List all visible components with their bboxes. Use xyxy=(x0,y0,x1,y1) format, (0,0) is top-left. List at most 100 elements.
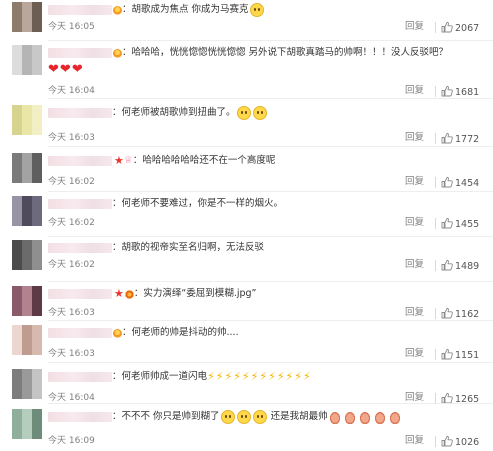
comment-divider xyxy=(48,98,493,99)
username-blurred[interactable] xyxy=(48,48,112,58)
comment-timestamp: 今天 16:02 xyxy=(48,218,95,228)
avatar[interactable] xyxy=(12,369,42,399)
reply-button[interactable]: 回复 xyxy=(405,85,424,97)
divider xyxy=(435,436,436,447)
username-blurred[interactable] xyxy=(48,156,112,166)
like-count: 1162 xyxy=(455,309,480,320)
reply-button[interactable]: 回复 xyxy=(405,348,424,360)
avatar[interactable] xyxy=(12,409,42,439)
username-blurred[interactable] xyxy=(48,412,112,422)
username-blurred[interactable] xyxy=(48,328,112,338)
reply-button[interactable]: 回复 xyxy=(405,217,424,229)
clasped-hands-emoji-icon xyxy=(329,410,342,424)
avatar[interactable] xyxy=(12,153,42,183)
like-button[interactable]: 1489 xyxy=(441,259,479,275)
like-button[interactable]: 1454 xyxy=(441,176,479,192)
comment-item: ★ ：实力演绎“委屈到模糊.jpg” 今天 16:03 回复 1162 xyxy=(0,283,493,322)
comment-item: ：何老师被胡歌帅到扭曲了。 今天 16:03 回复 1772 xyxy=(0,100,493,148)
divider xyxy=(435,308,436,319)
avatar[interactable] xyxy=(12,325,42,355)
clasped-hands-emoji-icon xyxy=(374,410,387,424)
cat-face-emoji-icon xyxy=(220,410,235,424)
heart-emoji-icon: ❤ xyxy=(59,62,71,77)
comment-timestamp: 今天 16:03 xyxy=(48,308,95,318)
star-icon: ★ xyxy=(114,287,124,300)
reply-button[interactable]: 回复 xyxy=(405,307,424,319)
vip-badge-icon xyxy=(113,48,122,58)
divider xyxy=(435,349,436,360)
comment-timestamp: 今天 16:02 xyxy=(48,177,95,187)
heart-emoji-icon: ❤ xyxy=(48,62,59,77)
comment-divider xyxy=(48,191,493,192)
cat-face-emoji-icon xyxy=(236,410,251,424)
comment-item: ：何老师不要难过，你是不一样的烟火。 今天 16:02 回复 1455 xyxy=(0,193,493,238)
username-blurred[interactable] xyxy=(48,243,112,253)
avatar[interactable] xyxy=(12,240,42,270)
comment-divider xyxy=(48,236,493,237)
like-button[interactable]: 1455 xyxy=(441,217,479,233)
cat-face-emoji-icon xyxy=(252,410,267,424)
comment-item: ：哈哈哈，恍恍惚惚恍恍惚惚 另外说下胡歌真踏马的帅啊！！！没人反驳吧？ ❤❤❤ 今天… xyxy=(0,42,493,100)
comment-timestamp: 今天 16:02 xyxy=(48,260,95,270)
heart-emoji-icon: ❤ xyxy=(71,62,83,77)
clasped-hands-emoji-icon xyxy=(389,410,402,424)
comment-divider xyxy=(48,403,493,404)
like-count: 1772 xyxy=(455,134,480,145)
avatar[interactable] xyxy=(12,196,42,226)
comment-text: 不不不 你只是帅到糊了 xyxy=(121,411,220,422)
reply-button[interactable]: 回复 xyxy=(405,21,424,33)
like-count: 1454 xyxy=(455,178,480,189)
comment-item: ：不不不 你只是帅到糊了 还是我胡最帅 今天 16:09 回复 1026 xyxy=(0,405,493,450)
comment-text: 胡歌成为焦点 你成为马赛克 xyxy=(131,4,249,15)
cat-face-emoji-icon xyxy=(236,106,251,120)
thumbs-up-icon xyxy=(441,259,453,275)
avatar[interactable] xyxy=(12,105,42,135)
username-blurred[interactable] xyxy=(48,289,112,299)
avatar[interactable] xyxy=(12,45,42,75)
divider xyxy=(435,177,436,188)
vip-badge-icon xyxy=(124,289,134,299)
divider xyxy=(435,218,436,229)
comment-timestamp: 今天 16:03 xyxy=(48,349,95,359)
avatar[interactable] xyxy=(12,286,42,316)
divider xyxy=(435,133,436,144)
like-count: 2067 xyxy=(455,23,480,34)
comment-text: 何老师帅成一道闪电 xyxy=(121,371,208,382)
avatar[interactable] xyxy=(12,2,42,32)
comment-divider xyxy=(48,362,493,363)
clasped-hands-emoji-icon xyxy=(359,410,372,424)
comment-text: 哈哈哈哈哈哈还不在一个高度呢 xyxy=(142,155,276,166)
comment-divider xyxy=(48,40,493,41)
thumbs-up-icon xyxy=(441,21,453,37)
comment-divider xyxy=(48,320,493,321)
divider xyxy=(435,260,436,271)
username-blurred[interactable] xyxy=(48,108,112,118)
like-button[interactable]: 2067 xyxy=(441,21,479,37)
comment-timestamp: 今天 16:03 xyxy=(48,133,95,143)
comment-item: ：何老师的帅是抖动的帅.... 今天 16:03 回复 1151 xyxy=(0,322,493,364)
star-icon: ★ xyxy=(114,154,124,167)
comment-timestamp: 今天 16:04 xyxy=(48,86,95,96)
divider xyxy=(435,86,436,97)
username-blurred[interactable] xyxy=(48,5,112,15)
comment-timestamp: 今天 16:09 xyxy=(48,436,95,446)
thumbs-up-icon xyxy=(441,176,453,192)
comment-item: ：胡歌成为焦点 你成为马赛克 今天 16:05 回复 2067 xyxy=(0,0,493,42)
comment-text-continued: 还是我胡最帅 xyxy=(270,411,328,422)
comment-text: 实力演绎“委屈到模糊.jpg” xyxy=(143,288,257,299)
username-blurred[interactable] xyxy=(48,199,112,209)
reply-button[interactable]: 回复 xyxy=(405,435,424,447)
like-count: 1681 xyxy=(455,87,480,98)
like-button[interactable]: 1026 xyxy=(441,435,479,451)
comment-divider xyxy=(48,146,493,147)
reply-button[interactable]: 回复 xyxy=(405,132,424,144)
cat-face-emoji-icon xyxy=(249,3,264,17)
username-blurred[interactable] xyxy=(48,372,112,382)
comment-divider xyxy=(48,281,493,282)
lightning-emoji-icon: ⚡⚡⚡⚡⚡⚡⚡⚡⚡⚡⚡⚡ xyxy=(207,370,312,383)
reply-button[interactable]: 回复 xyxy=(405,259,424,271)
comment-item: ★♕：哈哈哈哈哈哈还不在一个高度呢 今天 16:02 回复 1454 xyxy=(0,148,493,193)
reply-button[interactable]: 回复 xyxy=(405,176,424,188)
crown-icon: ♕ xyxy=(123,155,133,166)
vip-badge-icon xyxy=(113,5,122,15)
